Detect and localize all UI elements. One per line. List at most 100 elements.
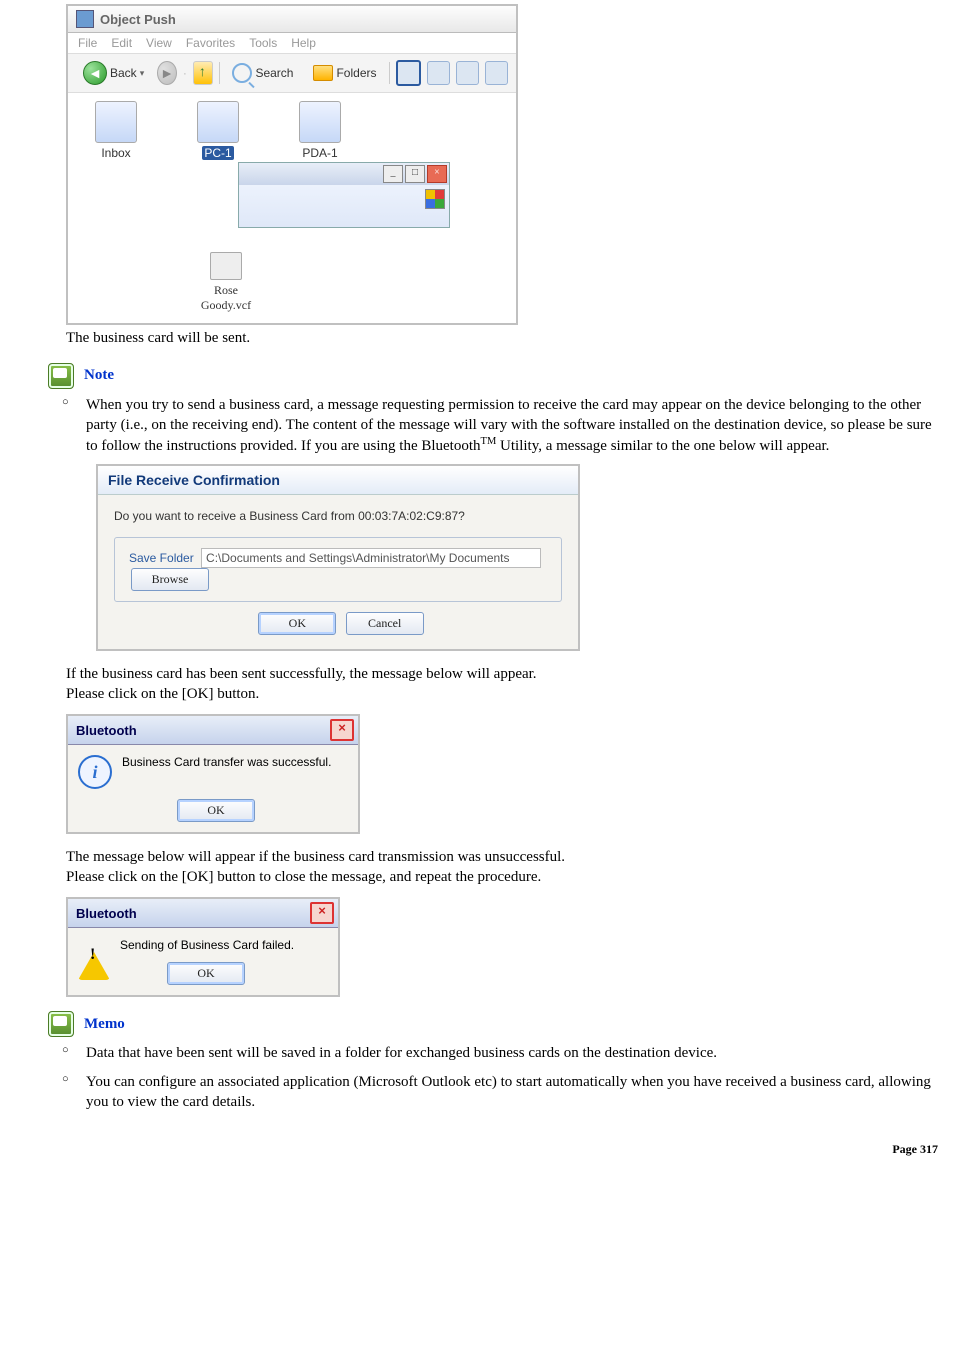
memo-item-1: Data that have been sent will be saved i… (62, 1043, 938, 1063)
pda1-label: PDA-1 (286, 146, 354, 160)
maximize-button[interactable]: □ (405, 165, 425, 183)
msgbox-title: Bluetooth (76, 906, 137, 921)
search-button[interactable]: Search (225, 60, 300, 86)
app-icon (76, 10, 94, 28)
page-num: 317 (920, 1142, 938, 1156)
warning-icon-wrap (78, 938, 110, 952)
close-icon[interactable]: × (310, 902, 334, 924)
vcf-label-line1: Rose (186, 283, 266, 298)
close-icon[interactable]: × (330, 719, 354, 741)
msgbox-title: Bluetooth (76, 723, 137, 738)
msgbox-titlebar: Bluetooth × (68, 716, 358, 745)
menu-tools[interactable]: Tools (249, 36, 277, 50)
pc-icon (197, 101, 239, 143)
save-path-input[interactable]: C:\Documents and Settings\Administrator\… (201, 548, 541, 568)
menu-file[interactable]: File (78, 36, 97, 50)
flag-icon (425, 189, 445, 209)
memo-list: Data that have been sent will be saved i… (16, 1043, 938, 1112)
page-label: Page (892, 1142, 917, 1156)
msgbox-text: Sending of Business Card failed. (120, 938, 294, 952)
menu-favorites[interactable]: Favorites (186, 36, 235, 50)
info-icon: i (78, 755, 112, 789)
search-icon (232, 63, 252, 83)
dialog-question: Do you want to receive a Business Card f… (114, 509, 562, 523)
ok-button[interactable]: OK (167, 962, 245, 985)
back-label: Back (110, 66, 137, 80)
text-business-card-sent: The business card will be sent. (66, 329, 938, 349)
folders-label: Folders (336, 66, 376, 80)
minimize-button[interactable]: _ (383, 165, 403, 183)
text-fail-intro-1: The message below will appear if the bus… (66, 848, 938, 868)
text-fail-intro-2: Please click on the [OK] button to close… (66, 868, 938, 888)
screenshot-object-push: Object Push File Edit View Favorites Too… (66, 4, 518, 325)
view-button-4[interactable] (485, 61, 508, 85)
memo-icon (48, 1011, 74, 1037)
floating-body (239, 185, 449, 227)
inbox-label: Inbox (82, 146, 150, 160)
note-callout: Note (48, 363, 938, 389)
dialog-button-row: OK Cancel (114, 612, 562, 635)
msgbox-button-row: OK (68, 799, 358, 832)
note-icon (48, 363, 74, 389)
folder-icon (313, 65, 333, 81)
close-button[interactable]: × (427, 165, 447, 183)
msgbox-body: i Business Card transfer was successful. (68, 745, 358, 799)
search-label: Search (255, 66, 293, 80)
view-button-1[interactable] (396, 60, 421, 86)
memo-label: Memo (84, 1016, 125, 1033)
save-folder-legend: Save Folder (125, 551, 198, 565)
msgbox-titlebar: Bluetooth × (68, 899, 338, 928)
trademark-symbol: TM (481, 436, 497, 447)
desktop-icon-pc1[interactable]: PC-1 (184, 101, 252, 160)
note-list: When you try to send a business card, a … (16, 395, 938, 457)
back-dropdown-icon: ▾ (140, 68, 145, 79)
pda-icon (299, 101, 341, 143)
text-success-intro-1: If the business card has been sent succe… (66, 665, 938, 685)
forward-button[interactable]: ► (157, 61, 177, 85)
ok-button[interactable]: OK (177, 799, 255, 822)
back-button[interactable]: ◄ Back ▾ (76, 58, 151, 88)
dialog-title: File Receive Confirmation (98, 466, 578, 495)
screenshot-success-msgbox: Bluetooth × i Business Card transfer was… (66, 714, 360, 834)
desktop-icon-inbox[interactable]: Inbox (82, 101, 150, 160)
folder-content: Inbox PC-1 PDA-1 (68, 93, 516, 162)
menu-help[interactable]: Help (291, 36, 316, 50)
floating-titlebar: _ □ × (239, 163, 449, 185)
menu-view[interactable]: View (146, 36, 172, 50)
view-button-3[interactable] (456, 61, 479, 85)
vcf-file-icon[interactable]: Rose Goody.vcf (186, 252, 266, 313)
screenshot-fail-msgbox: Bluetooth × Sending of Business Card fai… (66, 897, 340, 997)
vcard-icon (210, 252, 242, 280)
toolbar-divider (389, 62, 390, 84)
menu-edit[interactable]: Edit (111, 36, 132, 50)
ok-button[interactable]: OK (258, 612, 336, 635)
save-folder-fieldset: Save Folder C:\Documents and Settings\Ad… (114, 537, 562, 602)
note-item-1-text-b: Utility, a message similar to the one be… (496, 438, 829, 454)
window-title: Object Push (100, 12, 176, 27)
floating-subwindow: _ □ × (238, 162, 450, 228)
inbox-icon (95, 101, 137, 143)
up-button[interactable] (193, 61, 213, 85)
desktop-icon-pda1[interactable]: PDA-1 (286, 101, 354, 160)
screenshot-file-receive-dialog: File Receive Confirmation Do you want to… (96, 464, 580, 651)
dialog-body: Do you want to receive a Business Card f… (98, 495, 578, 639)
browse-button[interactable]: Browse (131, 568, 209, 591)
memo-item-2: You can configure an associated applicat… (62, 1072, 938, 1113)
memo-callout: Memo (48, 1011, 938, 1037)
note-item-1: When you try to send a business card, a … (62, 395, 938, 457)
text-success-intro-2: Please click on the [OK] button. (66, 685, 938, 705)
toolbar: ◄ Back ▾ ► · Search Folders (68, 54, 516, 93)
folders-button[interactable]: Folders (306, 62, 383, 84)
toolbar-divider (219, 62, 220, 84)
msgbox-text: Business Card transfer was successful. (122, 755, 331, 769)
pc1-label: PC-1 (202, 146, 233, 160)
msgbox-body: Sending of Business Card failed. (68, 928, 338, 962)
page-number: Page 317 (16, 1142, 938, 1157)
menubar: File Edit View Favorites Tools Help (68, 33, 516, 54)
back-icon: ◄ (83, 61, 107, 85)
window-titlebar: Object Push (68, 6, 516, 33)
cancel-button[interactable]: Cancel (346, 612, 424, 635)
warning-icon (78, 938, 110, 980)
view-button-2[interactable] (427, 61, 450, 85)
separator-icon: · (183, 66, 187, 80)
